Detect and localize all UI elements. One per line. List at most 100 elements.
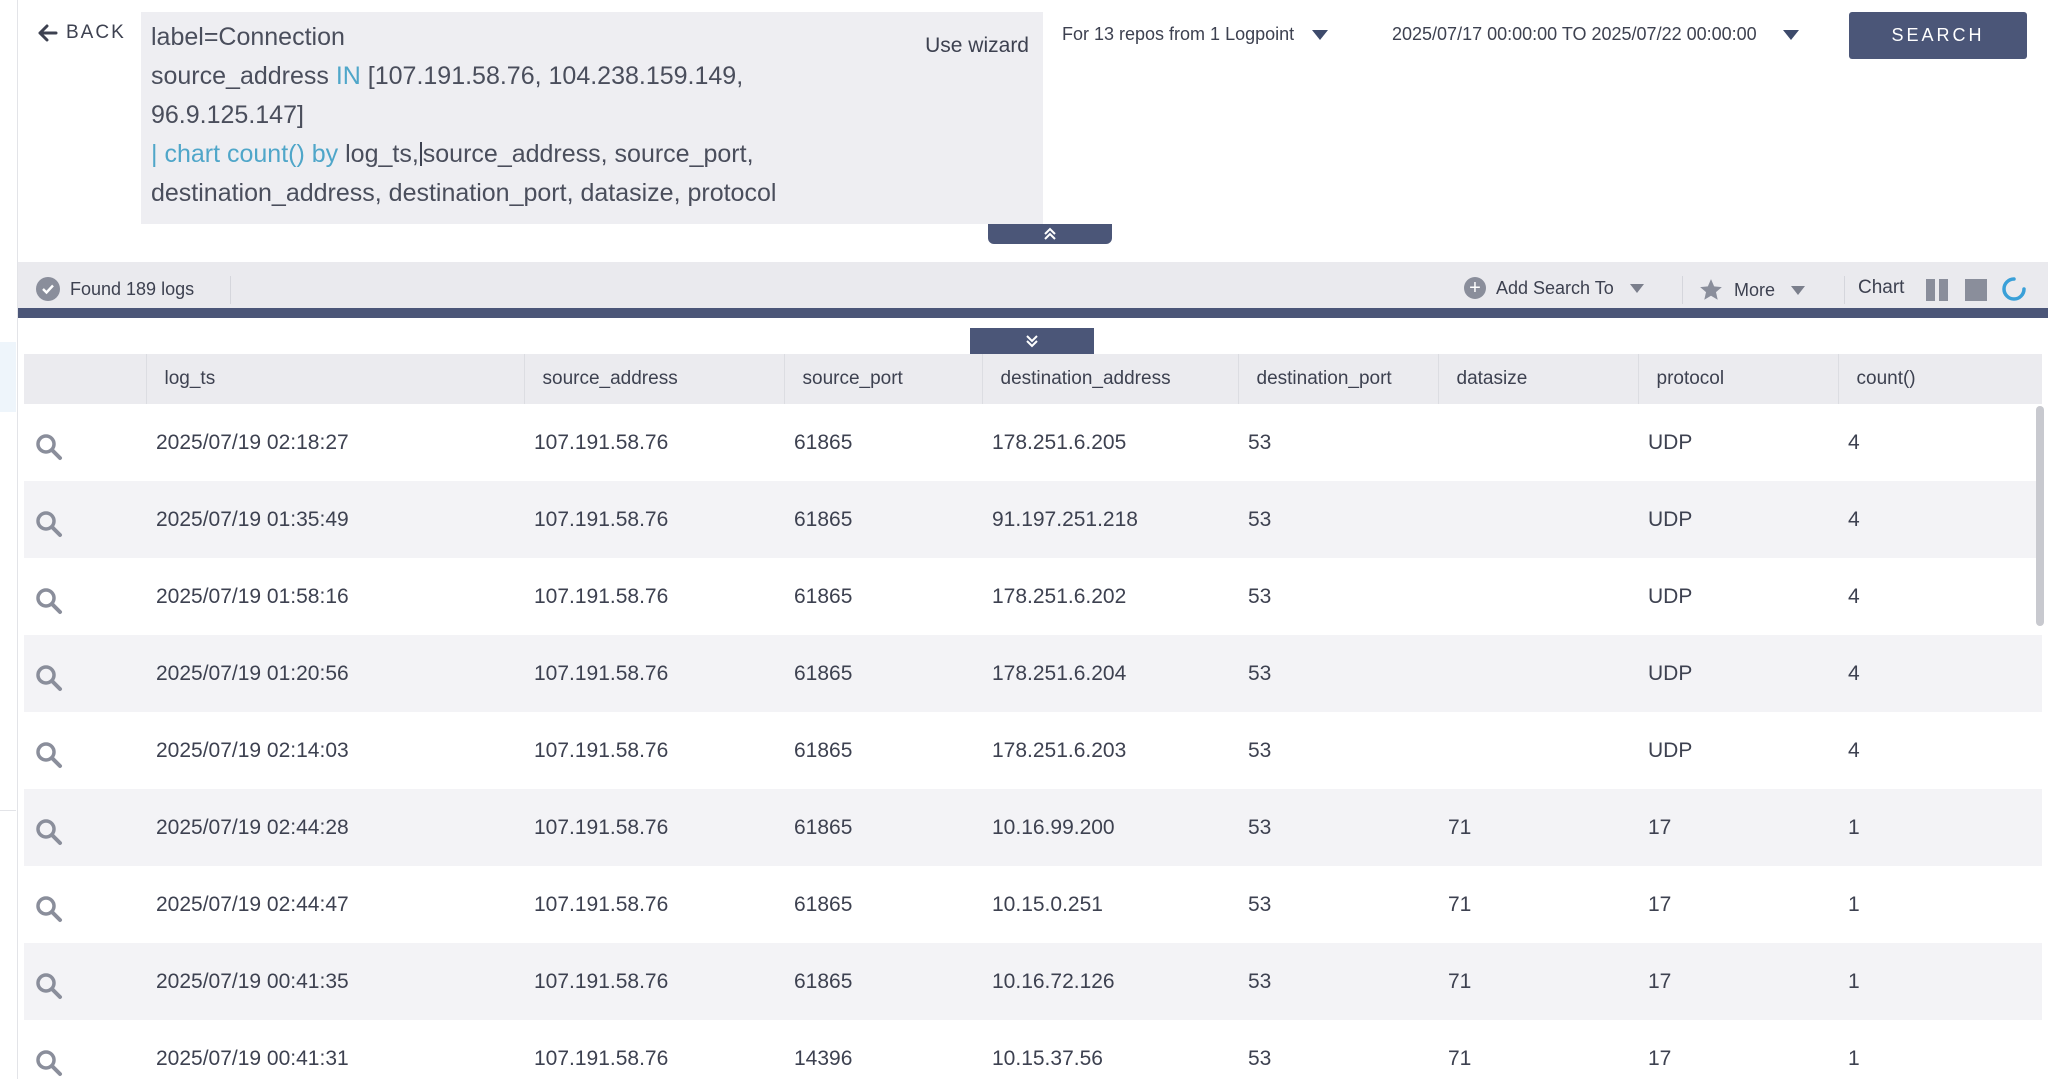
table-cell-source-port: 61865 bbox=[784, 789, 982, 866]
table-cell-source-address: 107.191.58.76 bbox=[524, 712, 784, 789]
query-editor[interactable]: label=Connection source_address IN [107.… bbox=[141, 12, 1043, 224]
magnifier-icon[interactable] bbox=[34, 971, 64, 1001]
split-view-icon[interactable] bbox=[1925, 278, 1949, 302]
found-count: Found 189 logs bbox=[70, 278, 195, 299]
column-header[interactable]: log_ts bbox=[146, 354, 525, 404]
table-cell-source-address: 107.191.58.76 bbox=[524, 1020, 784, 1079]
table-cell-count: 4 bbox=[1838, 558, 2042, 635]
search-button[interactable]: SEARCH bbox=[1849, 12, 2027, 59]
table-cell-log-ts: 2025/07/19 02:14:03 bbox=[146, 712, 524, 789]
left-rail-divider bbox=[0, 810, 16, 811]
table-cell-source-port: 61865 bbox=[784, 404, 982, 481]
found-status: Found 189 logs bbox=[36, 277, 194, 301]
table-cell-destination-address: 10.15.0.251 bbox=[982, 866, 1238, 943]
chevron-down-icon bbox=[1629, 283, 1644, 293]
table-cell-count: 1 bbox=[1838, 789, 2042, 866]
repos-label: For 13 repos from 1 Logpoint bbox=[1062, 24, 1295, 44]
row-action-cell bbox=[24, 1020, 146, 1079]
add-search-to-dropdown[interactable]: + Add Search To bbox=[1464, 277, 1644, 299]
table-row: 2025/07/19 02:44:28 107.191.58.76 61865 10.… bbox=[24, 789, 2042, 866]
row-action-cell bbox=[24, 404, 146, 481]
column-header[interactable]: source_port bbox=[784, 354, 983, 404]
table-cell-log-ts: 2025/07/19 01:35:49 bbox=[146, 481, 524, 558]
table-cell-destination-address: 10.16.72.126 bbox=[982, 943, 1238, 1020]
table-cell-log-ts: 2025/07/19 02:44:28 bbox=[146, 789, 524, 866]
magnifier-icon[interactable] bbox=[34, 817, 64, 847]
repos-dropdown[interactable]: For 13 repos from 1 Logpoint bbox=[1062, 24, 1329, 45]
refresh-icon[interactable] bbox=[2001, 276, 2027, 302]
table-cell-protocol: UDP bbox=[1638, 712, 1838, 789]
table-cell-destination-port: 53 bbox=[1238, 866, 1438, 943]
table-cell-count: 4 bbox=[1838, 712, 2042, 789]
magnifier-icon[interactable] bbox=[34, 740, 64, 770]
table-cell-destination-address: 91.197.251.218 bbox=[982, 481, 1238, 558]
table-cell-source-port: 61865 bbox=[784, 943, 982, 1020]
table-row: 2025/07/19 02:18:27 107.191.58.76 61865 178… bbox=[24, 404, 2042, 481]
magnifier-icon[interactable] bbox=[34, 509, 64, 539]
table-cell-count: 4 bbox=[1838, 404, 2042, 481]
vertical-scrollbar[interactable] bbox=[2036, 406, 2044, 626]
column-header[interactable]: count() bbox=[1838, 354, 2042, 404]
row-action-cell bbox=[24, 789, 146, 866]
divider bbox=[1844, 276, 1845, 304]
table-cell-datasize: 71 bbox=[1438, 789, 1638, 866]
query-line-2: source_address IN [107.191.58.76, 104.23… bbox=[151, 62, 744, 90]
collapse-query-button[interactable] bbox=[988, 224, 1112, 244]
magnifier-icon[interactable] bbox=[34, 663, 64, 693]
more-dropdown[interactable]: More bbox=[1698, 277, 1806, 303]
table-cell-destination-port: 53 bbox=[1238, 558, 1438, 635]
chevron-down-icon bbox=[1791, 285, 1806, 295]
table-cell-destination-address: 10.16.99.200 bbox=[982, 789, 1238, 866]
expand-results-button[interactable] bbox=[970, 328, 1094, 354]
table-cell-log-ts: 2025/07/19 00:41:31 bbox=[146, 1020, 524, 1079]
table-cell-destination-port: 53 bbox=[1238, 1020, 1438, 1079]
table-cell-destination-port: 53 bbox=[1238, 789, 1438, 866]
column-header[interactable]: destination_address bbox=[982, 354, 1239, 404]
results-table: log_ts source_address source_port destin… bbox=[24, 354, 2042, 1079]
column-header[interactable]: source_address bbox=[524, 354, 785, 404]
left-rail-marker bbox=[0, 342, 16, 412]
table-cell-source-address: 107.191.58.76 bbox=[524, 943, 784, 1020]
table-cell-log-ts: 2025/07/19 01:20:56 bbox=[146, 635, 524, 712]
table-header-row: log_ts source_address source_port destin… bbox=[24, 354, 2042, 404]
table-cell-datasize: 71 bbox=[1438, 943, 1638, 1020]
query-text[interactable]: label=Connection source_address IN [107.… bbox=[151, 18, 776, 213]
table-cell-source-address: 107.191.58.76 bbox=[524, 481, 784, 558]
back-button[interactable]: BACK bbox=[38, 22, 126, 44]
table-cell-destination-port: 53 bbox=[1238, 404, 1438, 481]
row-action-cell bbox=[24, 943, 146, 1020]
table-cell-count: 4 bbox=[1838, 635, 2042, 712]
column-header[interactable]: datasize bbox=[1438, 354, 1639, 404]
column-header[interactable]: destination_port bbox=[1238, 354, 1439, 404]
column-header[interactable]: protocol bbox=[1638, 354, 1839, 404]
table-cell-source-port: 61865 bbox=[784, 866, 982, 943]
magnifier-icon[interactable] bbox=[34, 432, 64, 462]
single-view-icon[interactable] bbox=[1964, 278, 1988, 302]
table-cell-count: 1 bbox=[1838, 866, 2042, 943]
magnifier-icon[interactable] bbox=[34, 1048, 64, 1078]
table-cell-log-ts: 2025/07/19 02:18:27 bbox=[146, 404, 524, 481]
table-cell-protocol: 17 bbox=[1638, 1020, 1838, 1079]
divider bbox=[230, 276, 231, 304]
table-cell-datasize bbox=[1438, 635, 1638, 712]
table-cell-datasize bbox=[1438, 481, 1638, 558]
table-cell-count: 1 bbox=[1838, 943, 2042, 1020]
text-cursor bbox=[419, 142, 422, 166]
table-cell-datasize: 71 bbox=[1438, 866, 1638, 943]
table-cell-destination-address: 178.251.6.202 bbox=[982, 558, 1238, 635]
use-wizard-link[interactable]: Use wizard bbox=[925, 34, 1029, 58]
table-cell-protocol: UDP bbox=[1638, 635, 1838, 712]
query-line-4: | chart count() by log_ts, source_address… bbox=[151, 140, 754, 168]
time-range-dropdown[interactable]: 2025/07/17 00:00:00 TO 2025/07/22 00:00:… bbox=[1392, 24, 1799, 45]
divider bbox=[1682, 276, 1683, 304]
table-cell-count: 1 bbox=[1838, 1020, 2042, 1079]
table-row: 2025/07/19 02:14:03 107.191.58.76 61865 178… bbox=[24, 712, 2042, 789]
magnifier-icon[interactable] bbox=[34, 586, 64, 616]
table-cell-datasize bbox=[1438, 404, 1638, 481]
magnifier-icon[interactable] bbox=[34, 894, 64, 924]
table-cell-source-address: 107.191.58.76 bbox=[524, 404, 784, 481]
time-range-label: 2025/07/17 00:00:00 TO 2025/07/22 00:00:… bbox=[1392, 24, 1757, 44]
table-row: 2025/07/19 00:41:35 107.191.58.76 61865 10.… bbox=[24, 943, 2042, 1020]
table-cell-destination-port: 53 bbox=[1238, 712, 1438, 789]
row-action-cell bbox=[24, 558, 146, 635]
